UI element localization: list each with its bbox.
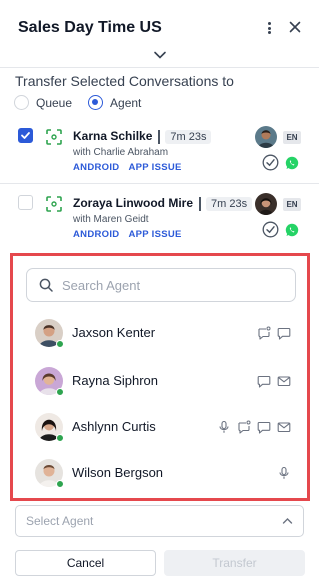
accept-icon[interactable] [262,154,279,171]
agent-name: Rayna Siphron [72,373,158,388]
select-agent-dropdown[interactable]: Select Agent [15,505,304,537]
online-status-dot [56,388,64,396]
whatsapp-icon [285,156,299,170]
tag-app-issue: APP ISSUE [128,229,182,240]
customer-name: Karna Schilke 7m 23s [73,129,212,144]
tag-android: ANDROID [73,162,120,173]
transfer-button[interactable]: Transfer [164,550,305,576]
agent-channel-icons [257,374,291,388]
search-agent-input[interactable] [62,277,272,293]
wait-time-badge: 7m 23s [165,129,212,144]
conversation-row[interactable]: Zoraya Linwood Mire 7m 23s with Maren Gei… [0,185,319,249]
agent-radio[interactable] [88,95,104,110]
transfer-title: Transfer Selected Conversations to [15,73,234,89]
agent-option[interactable]: Jaxson Kenter [13,311,307,355]
agent-name: Jaxson Kenter [72,325,156,340]
chat-bubble-dot-icon [258,326,271,340]
queue-radio-label: Queue [36,95,73,110]
cancel-button[interactable]: Cancel [15,550,156,576]
agent-channel-icons [277,466,291,480]
tag-android: ANDROID [73,229,120,240]
avatar [255,126,277,148]
conversation-tags: ANDROID APP ISSUE [73,162,191,173]
mic-icon [279,466,289,479]
page-title: Sales Day Time US [18,19,162,36]
chat-icon [257,421,271,434]
agent-radio-label: Agent [110,95,142,110]
agent-option[interactable]: Ashlynn Curtis [13,405,307,449]
assigned-agent-text: with Charlie Abraham [73,147,169,158]
customer-name-text: Karna Schilke [73,129,153,143]
online-status-dot [56,434,64,442]
customer-name-text: Zoraya Linwood Mire [73,196,194,210]
search-agent-field[interactable] [26,268,296,302]
check-icon [21,132,30,139]
conversation-tags: ANDROID APP ISSUE [73,229,191,240]
agent-option[interactable]: Rayna Siphron [13,359,307,403]
language-badge: EN [283,198,301,211]
tag-app-issue: APP ISSUE [128,162,182,173]
conversation-checkbox[interactable] [18,195,33,210]
chat-icon [277,327,291,340]
agent-channel-icons [217,420,291,434]
transfer-target-radio-group: Queue Agent [14,95,157,110]
customer-name: Zoraya Linwood Mire 7m 23s [73,196,253,211]
conversation-row[interactable]: Karna Schilke 7m 23s with Charlie Abraham… [0,118,319,184]
mic-icon [219,420,229,433]
online-status-dot [56,340,64,348]
search-icon [39,278,53,292]
conversation-channel-icon [46,196,62,212]
more-options-icon[interactable] [263,20,275,36]
language-badge: EN [283,131,301,144]
panel-header: Sales Day Time US [0,0,319,68]
agent-picker-dropdown: Jaxson Kenter Rayna Siphron Ashlynn Curt… [10,253,310,501]
avatar [255,193,277,215]
queue-radio[interactable] [14,95,29,110]
agent-name: Wilson Bergson [72,465,164,480]
conversation-channel-icon [46,129,62,145]
accept-icon[interactable] [262,221,279,238]
chat-bubble-dot-icon [238,420,251,434]
close-icon[interactable] [287,19,303,35]
mail-icon [277,376,291,387]
wait-time-badge: 7m 23s [206,196,253,211]
select-agent-placeholder: Select Agent [26,514,94,528]
chevron-down-icon[interactable] [153,50,167,60]
agent-name: Ashlynn Curtis [72,419,156,434]
assigned-agent-text: with Maren Geidt [73,214,149,225]
online-status-dot [56,480,64,488]
whatsapp-icon [285,223,299,237]
conversation-checkbox[interactable] [18,128,33,143]
agent-option[interactable]: Wilson Bergson [13,451,307,495]
chat-icon [257,375,271,388]
mail-icon [277,422,291,433]
chevron-up-icon [282,518,293,524]
agent-channel-icons [257,326,291,340]
